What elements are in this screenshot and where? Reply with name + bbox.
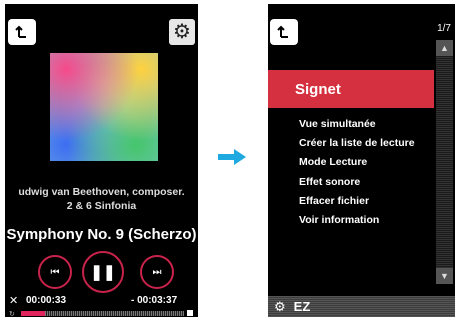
track-title: Symphony No. 9 (Scherzo) bbox=[6, 226, 197, 243]
back-button[interactable] bbox=[8, 19, 36, 45]
next-button[interactable]: ⏭ bbox=[140, 255, 174, 289]
previous-button[interactable]: ⏮ bbox=[38, 255, 72, 289]
menu-item[interactable]: Voir information bbox=[299, 211, 437, 230]
ez-mode-label: EZ bbox=[293, 299, 311, 314]
progress-bar[interactable] bbox=[21, 311, 184, 316]
album-name: 2 & 6 Sinfonia bbox=[66, 200, 137, 212]
settings-button[interactable]: ⚙ bbox=[169, 19, 195, 45]
chevron-down-icon: ▼ bbox=[440, 271, 449, 281]
scroll-up-button[interactable]: ▲ bbox=[436, 40, 453, 56]
return-arrow-icon bbox=[277, 25, 288, 38]
scroll-down-button[interactable]: ▼ bbox=[436, 268, 453, 284]
remaining-time: - 00:03:37 bbox=[131, 295, 178, 306]
scrollbar-track[interactable] bbox=[436, 56, 453, 268]
gear-icon: ⚙ bbox=[274, 298, 286, 314]
menu-item[interactable]: Vue simultanée bbox=[299, 115, 437, 134]
repeat-icon[interactable]: ↻ bbox=[9, 310, 15, 317]
return-arrow-icon bbox=[15, 25, 26, 38]
album-art bbox=[50, 53, 158, 161]
artist-name: udwig van Beethoven, composer. bbox=[18, 186, 185, 198]
menu-list: Vue simultanée Créer la liste de lecture M… bbox=[299, 115, 437, 230]
menu-item-selected[interactable]: Signet bbox=[268, 70, 434, 108]
elapsed-time: 00:00:33 bbox=[26, 295, 67, 306]
pause-icon: ❚❚ bbox=[90, 264, 116, 281]
page-indicator: 1/7 bbox=[437, 23, 451, 34]
menu-item-label: Signet bbox=[295, 80, 341, 98]
skip-previous-icon: ⏮ bbox=[50, 266, 60, 278]
player-screen: ⚙ udwig van Beethoven, composer. 2 & 6 S… bbox=[5, 4, 198, 317]
menu-item[interactable]: Mode Lecture bbox=[299, 153, 437, 172]
menu-item[interactable]: Créer la liste de lecture bbox=[299, 134, 437, 153]
right-arrow-icon bbox=[218, 149, 246, 165]
chevron-up-icon: ▲ bbox=[440, 43, 449, 53]
bottom-bar[interactable]: ⚙ EZ bbox=[268, 296, 455, 317]
gear-icon: ⚙ bbox=[173, 21, 191, 43]
pause-button[interactable]: ❚❚ bbox=[82, 251, 124, 293]
menu-item[interactable]: Effacer fichier bbox=[299, 192, 437, 211]
progress-end-marker bbox=[187, 310, 193, 316]
back-button[interactable] bbox=[270, 19, 298, 45]
menu-screen: 1/7 ▲ ▼ Signet Vue simultanée Créer la li… bbox=[268, 4, 455, 317]
menu-item[interactable]: Effet sonore bbox=[299, 173, 437, 192]
shuffle-icon[interactable]: ✕ bbox=[9, 294, 18, 307]
skip-next-icon: ⏭ bbox=[152, 266, 162, 278]
progress-fill bbox=[21, 311, 46, 316]
